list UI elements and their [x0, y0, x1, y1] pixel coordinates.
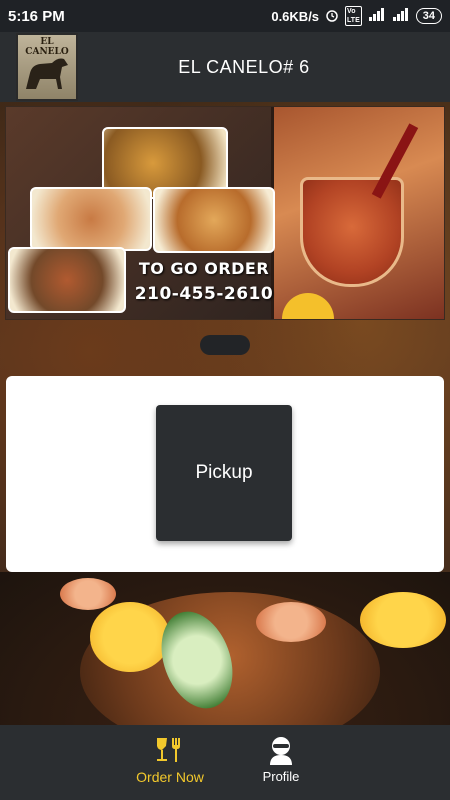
pickup-button[interactable]: Pickup: [156, 405, 292, 541]
volte-icon: Vo LTE: [345, 6, 362, 26]
promo-line-1: TO GO ORDER: [138, 259, 270, 278]
signal-icon-1: [368, 8, 386, 24]
status-time: 5:16 PM: [8, 7, 65, 25]
food-photo-shrimp-rice: [30, 187, 152, 251]
food-photo-shrimp-plate: [153, 187, 275, 253]
battery-indicator: 34: [415, 8, 442, 24]
promo-banner: TO GO ORDER 210-455-2610: [5, 106, 445, 320]
promo-phone: 210-455-2610: [134, 284, 274, 304]
shrimp-right: [256, 602, 326, 642]
drag-handle[interactable]: [200, 335, 250, 355]
app-header: EL CANELO EL CANELO# 6: [0, 32, 450, 102]
horse-icon: [26, 58, 68, 89]
nav-profile[interactable]: Profile: [253, 735, 309, 784]
lemon-right: [360, 592, 446, 648]
signal-icon-2: [392, 8, 410, 24]
status-icons: 0.6KB/s Vo LTE 34: [271, 6, 442, 26]
page-title: EL CANELO# 6: [178, 56, 310, 77]
net-speed: 0.6KB/s: [271, 8, 320, 24]
profile-icon: [266, 735, 296, 765]
nav-order-now[interactable]: Order Now: [128, 735, 212, 785]
lower-food-photo: [0, 572, 450, 725]
michelada-glass: [300, 177, 404, 287]
shrimp-left: [60, 578, 116, 610]
promo-text: TO GO ORDER 210-455-2610: [134, 259, 274, 304]
food-drink-icon: [154, 735, 186, 765]
alarm-icon: [325, 8, 339, 25]
bottom-navigation: Order Now Profile: [0, 725, 450, 800]
food-photo-steak: [8, 247, 126, 313]
restaurant-logo: EL CANELO: [16, 33, 78, 101]
order-type-card: Pickup: [6, 376, 444, 572]
nav-profile-label: Profile: [262, 769, 300, 784]
lemon-left: [90, 602, 170, 672]
status-bar: 5:16 PM 0.6KB/s Vo LTE 34: [0, 0, 450, 32]
nav-order-now-label: Order Now: [136, 769, 204, 785]
